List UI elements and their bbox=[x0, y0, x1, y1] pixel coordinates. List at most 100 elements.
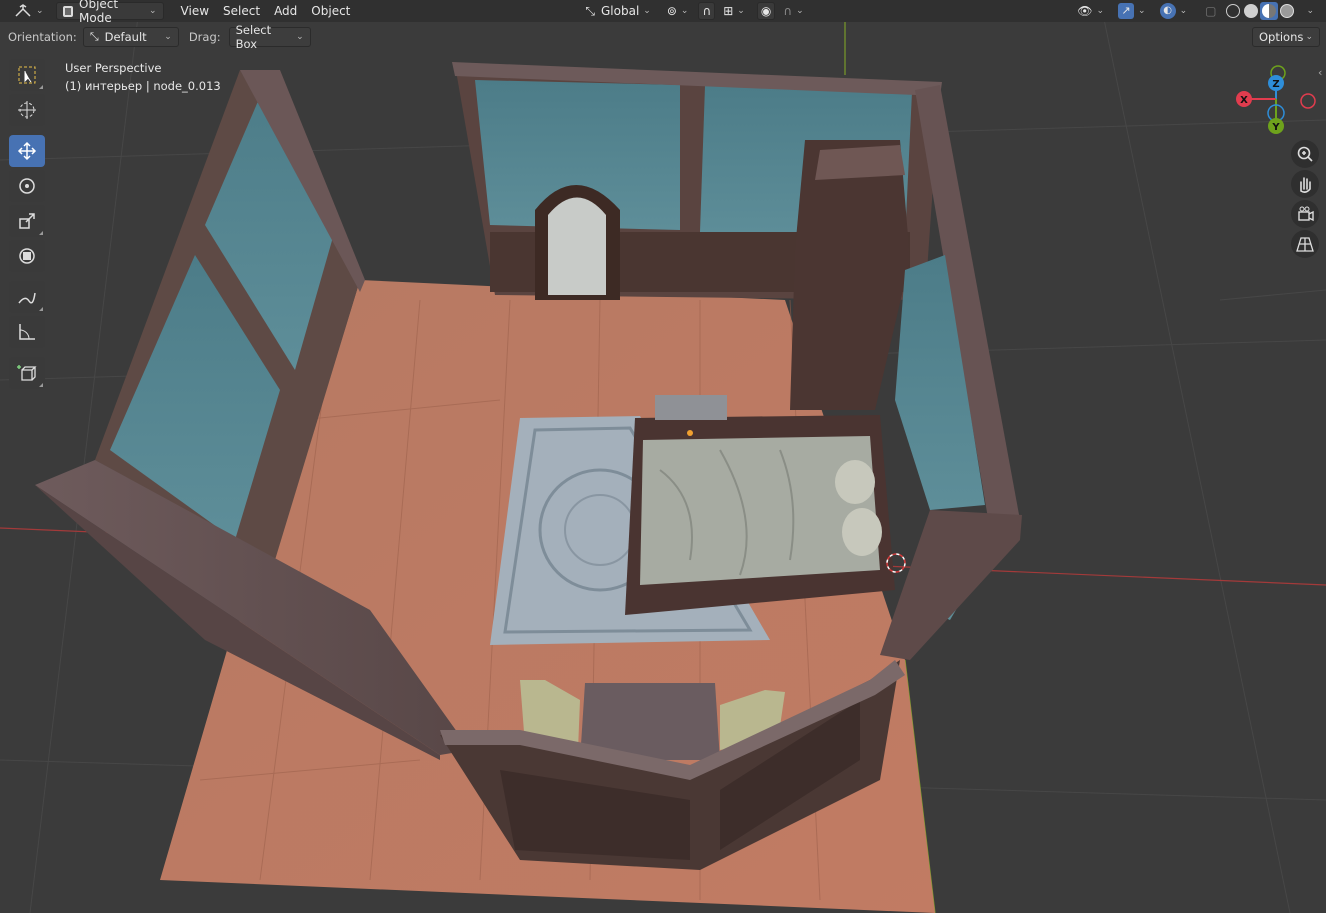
material-shading-button[interactable] bbox=[1260, 2, 1279, 20]
xray-icon: ▢ bbox=[1205, 4, 1217, 18]
pillow-2 bbox=[842, 508, 882, 556]
wireframe-shading-button[interactable] bbox=[1224, 2, 1242, 20]
chevron-down-icon: ⌄ bbox=[149, 6, 157, 16]
orientation-icon: ⤡ bbox=[89, 30, 99, 43]
zoom-button[interactable] bbox=[1291, 140, 1319, 168]
chevron-down-icon: ⌄ bbox=[680, 6, 689, 16]
falloff-curve-icon: ∩ bbox=[783, 4, 793, 18]
perspective-toggle-button[interactable] bbox=[1291, 230, 1319, 258]
y-axis-label: Y bbox=[1271, 122, 1280, 133]
select-box-tool[interactable] bbox=[9, 59, 45, 91]
orientation-dropdown[interactable]: ⤡ Default ⌄ bbox=[82, 27, 179, 47]
mode-label: Object Mode bbox=[79, 0, 119, 25]
falloff-dropdown[interactable]: ∩ ⌄ bbox=[777, 2, 809, 20]
measure-icon bbox=[19, 324, 35, 340]
move-icon bbox=[17, 141, 37, 161]
3d-viewport-icon bbox=[15, 4, 31, 17]
pivot-icon: ⊚ bbox=[666, 4, 677, 18]
cursor-tool[interactable] bbox=[9, 94, 45, 126]
pan-button[interactable] bbox=[1291, 170, 1319, 198]
snap-toggle[interactable]: ∩ bbox=[698, 2, 716, 20]
transform-icon bbox=[19, 248, 35, 264]
pivot-dropdown[interactable]: ⊚ ⌄ bbox=[661, 2, 695, 20]
options-label: Options bbox=[1259, 30, 1304, 44]
drag-value: Select Box bbox=[235, 23, 272, 51]
chevron-down-icon: ⌄ bbox=[296, 32, 304, 42]
viewport-header: ⌄ Object Mode ⌄ View Select Add Object ⤡… bbox=[0, 0, 1326, 25]
pillow-1 bbox=[835, 460, 875, 504]
rotate-icon bbox=[19, 178, 35, 194]
rendered-shading-button[interactable] bbox=[1278, 2, 1296, 20]
scene-render[interactable] bbox=[0, 0, 1326, 913]
shading-options-dropdown[interactable]: ⌄ bbox=[1296, 2, 1320, 20]
overlay-icon: ◐ bbox=[1159, 3, 1176, 19]
transform-orientation-dropdown[interactable]: ⤡ Global ⌄ bbox=[579, 2, 656, 20]
drag-label: Drag: bbox=[188, 30, 221, 44]
hand-pan-icon bbox=[1300, 177, 1311, 193]
tool-shelf bbox=[9, 59, 47, 392]
z-axis-label: Z bbox=[1272, 79, 1279, 90]
annotate-tool[interactable] bbox=[9, 281, 45, 313]
cursor-icon bbox=[18, 101, 36, 119]
menu-view[interactable]: View bbox=[174, 2, 216, 20]
chevron-down-icon: ⌄ bbox=[36, 6, 44, 16]
chevron-down-icon: ⌄ bbox=[796, 6, 804, 16]
move-tool[interactable] bbox=[9, 135, 45, 167]
camera-icon bbox=[1298, 206, 1314, 222]
wardrobe bbox=[790, 140, 910, 410]
chevron-down-icon: ⌄ bbox=[1138, 6, 1146, 16]
object-info: (1) интерьер | node_0.013 bbox=[65, 79, 221, 93]
chevron-down-icon: ⌄ bbox=[643, 6, 651, 16]
solid-shading-icon bbox=[1244, 4, 1259, 18]
add-cube-icon bbox=[17, 365, 37, 381]
magnet-snap-icon: ∩ bbox=[702, 4, 712, 18]
3d-viewport[interactable] bbox=[0, 0, 1326, 913]
annotate-icon bbox=[18, 292, 36, 304]
snap-target-icon: ⊞ bbox=[723, 4, 734, 18]
menu-object[interactable]: Object bbox=[304, 2, 357, 20]
gizmo-toggle[interactable]: ↗ ⌄ bbox=[1112, 2, 1152, 20]
orientation-label: Orientation: bbox=[8, 30, 77, 44]
visibility-icon: 👁 bbox=[1077, 4, 1093, 18]
menu-select[interactable]: Select bbox=[216, 2, 267, 20]
menu-add[interactable]: Add bbox=[267, 2, 304, 20]
material-shading-icon bbox=[1262, 4, 1277, 18]
proportional-edit-toggle[interactable]: ◉ bbox=[756, 2, 776, 20]
chevron-down-icon: ⌄ bbox=[1096, 6, 1105, 16]
editor-type-button[interactable]: ⌄ bbox=[8, 2, 50, 20]
bench bbox=[655, 395, 727, 420]
gizmo-icon: ↗ bbox=[1118, 3, 1135, 19]
zoom-icon bbox=[1297, 146, 1313, 162]
select-box-icon bbox=[18, 66, 36, 84]
xray-toggle[interactable]: ▢ bbox=[1199, 2, 1222, 20]
transform-tool[interactable] bbox=[9, 240, 45, 272]
axis-gizmo[interactable]: Z X Y bbox=[1228, 64, 1323, 140]
grid-ortho-icon bbox=[1296, 237, 1314, 252]
add-cube-tool[interactable] bbox=[9, 357, 45, 389]
proportional-edit-icon: ◉ bbox=[760, 4, 772, 18]
orientation-axes-icon: ⤡ bbox=[585, 3, 595, 18]
chevron-down-icon: ⌄ bbox=[737, 6, 745, 16]
sidebar-toggle-icon[interactable]: ‹ bbox=[1318, 66, 1322, 79]
viewport-info: User Perspective (1) интерьер | node_0.0… bbox=[65, 59, 221, 95]
visibility-dropdown[interactable]: 👁 ⌄ bbox=[1071, 2, 1110, 20]
scale-tool[interactable] bbox=[9, 205, 45, 237]
chevron-down-icon: ⌄ bbox=[164, 32, 172, 42]
mode-dropdown[interactable]: Object Mode ⌄ bbox=[55, 0, 164, 25]
origin-point bbox=[687, 430, 693, 436]
camera-view-button[interactable] bbox=[1291, 200, 1319, 228]
snap-target-dropdown[interactable]: ⊞ ⌄ bbox=[717, 2, 751, 20]
solid-shading-button[interactable] bbox=[1242, 2, 1260, 20]
measure-tool[interactable] bbox=[9, 316, 45, 348]
transform-orientation-label: Global bbox=[601, 4, 640, 18]
chevron-down-icon: ⌄ bbox=[1179, 6, 1188, 16]
drag-dropdown[interactable]: Select Box ⌄ bbox=[228, 23, 311, 51]
tool-settings-bar: Orientation: ⤡ Default ⌄ Drag: Select Bo… bbox=[0, 23, 1326, 51]
chevron-down-icon: ⌄ bbox=[1305, 32, 1313, 42]
chevron-down-icon: ⌄ bbox=[1306, 6, 1314, 16]
rotate-tool[interactable] bbox=[9, 170, 45, 202]
overlay-toggle[interactable]: ◐ ⌄ bbox=[1154, 2, 1194, 20]
options-dropdown[interactable]: Options ⌄ bbox=[1252, 27, 1320, 47]
neg-x-handle bbox=[1300, 93, 1316, 109]
rendered-shading-icon bbox=[1280, 4, 1295, 18]
